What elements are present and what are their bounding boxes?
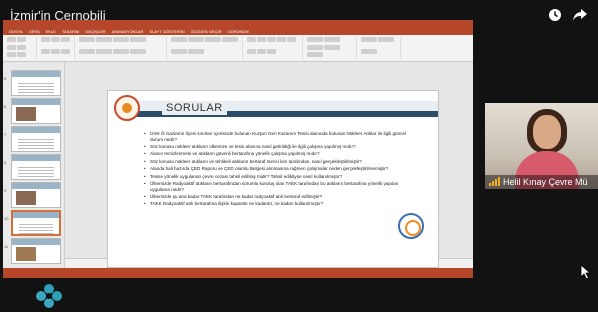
ppt-tab[interactable]: GÖRÜNÜM (227, 28, 248, 35)
thumb-number: 9 (4, 188, 7, 193)
ppt-tab[interactable]: TASARIM (62, 28, 79, 35)
bullet-item: Ülkemizde Radyoaktif atıkların bertarafı… (144, 181, 416, 192)
ppt-statusbar (3, 268, 473, 278)
bullet-item: Söz konusu nükleer atıkların ülkemize ve… (144, 144, 416, 150)
slide-thumbnail-selected[interactable] (11, 210, 61, 236)
top-icons (548, 8, 588, 24)
ribbon-group-clipboard[interactable] (7, 37, 37, 59)
ribbon-group-shape-styles[interactable] (307, 37, 357, 59)
slide-thumbnail-pane[interactable]: 5 6 7 8 9 10 11 (3, 62, 65, 268)
ppt-tab[interactable]: SLAYT GÖSTERİSİ (149, 28, 184, 35)
signal-bars-icon (489, 177, 500, 186)
ribbon-group-paragraph[interactable] (171, 37, 243, 59)
slide-thumbnail[interactable] (11, 154, 61, 180)
slide-thumbnail[interactable] (11, 238, 61, 264)
clock-icon[interactable] (548, 8, 562, 24)
brand-logo-icon (36, 284, 62, 308)
slide-thumbnail[interactable] (11, 70, 61, 96)
thumb-number: 6 (4, 104, 7, 109)
thumb-number: 11 (4, 244, 9, 249)
ppt-ribbon-tabs: DOSYA GİRİŞ EKLE TASARIM GEÇİŞLER ANİMAS… (3, 28, 473, 35)
ppt-ribbon (3, 35, 473, 62)
current-slide[interactable]: SORULAR İzmir İli Gaziemir İlçesi sınırl… (107, 90, 439, 268)
thumb-number: 7 (4, 132, 7, 137)
ppt-tab[interactable]: ANİMASYONLAR (112, 28, 144, 35)
bullet-item: İzmir İli Gaziemir İlçesi sınırları içer… (144, 131, 416, 142)
thumb-number: 8 (4, 160, 7, 165)
thumb-number: 5 (4, 76, 7, 81)
ppt-tab[interactable]: GİRİŞ (29, 28, 40, 35)
ppt-tab[interactable]: GÖZDEN GEÇİR (191, 28, 222, 35)
ppt-tab[interactable]: EKLE (46, 28, 56, 35)
slide-title: SORULAR (162, 101, 227, 115)
organization-logo-icon (398, 213, 424, 239)
slide-bullet-list: İzmir İli Gaziemir İlçesi sınırları içer… (144, 131, 416, 209)
ppt-titlebar (3, 20, 473, 28)
participant-name-label: Helil Kınay Çevre Mü (485, 175, 598, 189)
shared-screen-powerpoint: DOSYA GİRİŞ EKLE TASARIM GEÇİŞLER ANİMAS… (3, 20, 473, 278)
ribbon-group-editing[interactable] (361, 37, 401, 59)
bullet-item: Söz konusu nükleer atıkların ve tehlikel… (144, 159, 416, 165)
mouse-cursor-icon (580, 264, 592, 280)
participant-face (533, 115, 561, 149)
ribbon-group-drawing[interactable] (247, 37, 303, 59)
participant-name: Helil Kınay Çevre Mü (503, 177, 588, 187)
participant-video[interactable]: Helil Kınay Çevre Mü (485, 103, 598, 189)
slide-thumbnail[interactable] (11, 126, 61, 152)
ppt-tab[interactable]: DOSYA (9, 28, 23, 35)
slide-thumbnail[interactable] (11, 98, 61, 124)
ribbon-group-font[interactable] (79, 37, 167, 59)
bullet-item: Alanın temizlenmesi ve atıkların güvenli… (144, 151, 416, 157)
bullet-item: Alanda hali hazırda ÇED Raporu ve ÇED ol… (144, 166, 416, 172)
thumb-number: 10 (4, 216, 9, 221)
share-arrow-icon[interactable] (572, 8, 588, 24)
bullet-item: TAEK Radyoaktif atık bertarafına ilişkin… (144, 201, 416, 207)
ppt-tab[interactable]: GEÇİŞLER (85, 28, 105, 35)
video-frame: İzmir'in Çernobili DOSYA GİRİŞ EKLE TASA… (0, 0, 598, 312)
ribbon-group-slides[interactable] (41, 37, 75, 59)
bullet-item: Tesise yönelik uygulanan çevre cezası ta… (144, 174, 416, 180)
bullet-item: Ülkemizde şu ana kadar TAEK tarafından n… (144, 194, 416, 200)
institution-seal-icon (114, 95, 140, 121)
slide-thumbnail[interactable] (11, 182, 61, 208)
